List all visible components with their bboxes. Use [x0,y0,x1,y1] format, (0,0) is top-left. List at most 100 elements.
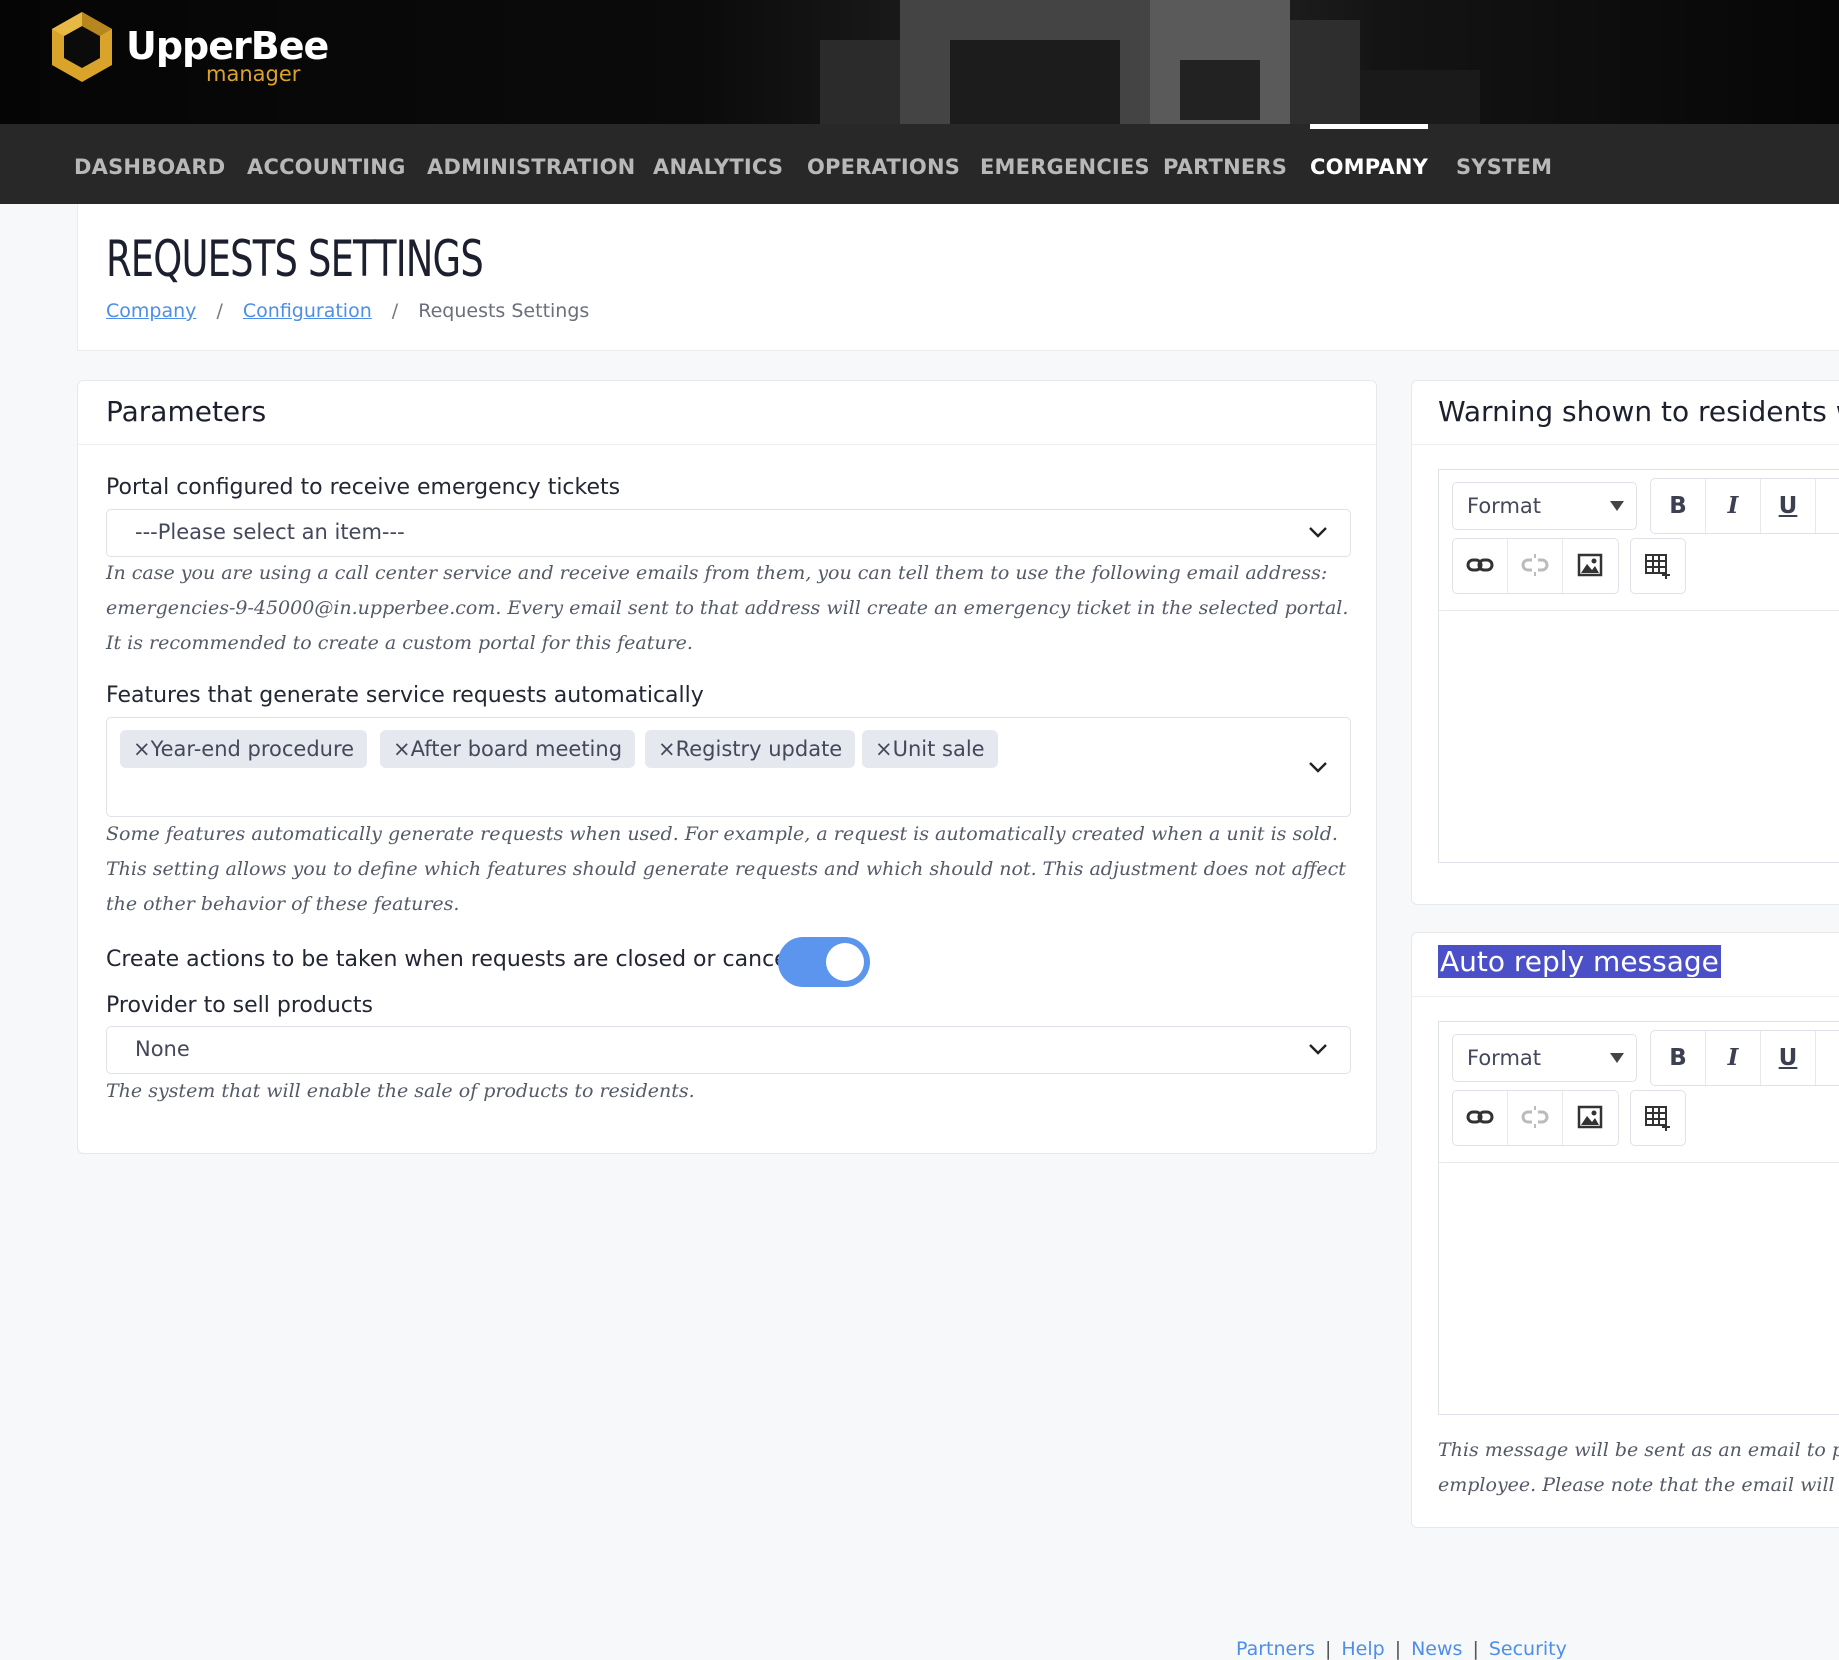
feature-chip[interactable]: ×Registry update [645,730,856,768]
features-help: Some features automatically generate req… [106,823,1346,915]
nav-analytics[interactable]: ANALYTICS [653,124,783,204]
nav-system[interactable]: SYSTEM [1456,124,1552,204]
underline-button[interactable]: U [1761,1031,1816,1085]
underline-button[interactable]: U [1761,479,1816,533]
footer-link-partners[interactable]: Partners [1236,1638,1315,1660]
breadcrumb-company[interactable]: Company [106,300,196,322]
warning-editor-card: Warning shown to residents w Format B I … [1411,380,1839,905]
portal-select-value: ---Please select an item--- [135,520,405,544]
unlink-button[interactable] [1508,539,1563,593]
bold-button[interactable]: B [1651,1031,1706,1085]
image-icon [1577,553,1603,577]
image-button[interactable] [1563,1091,1617,1145]
hexagon-logo-icon [52,12,112,82]
italic-button[interactable]: I [1706,1031,1761,1085]
unlink-icon [1521,554,1549,576]
card-title: Auto reply message [1438,945,1721,978]
footer-link-news[interactable]: News [1411,1638,1462,1660]
auto-reply-help-line: This message will be sent as an email to… [1438,1439,1839,1461]
image-button[interactable] [1563,539,1617,593]
footer-separator: | [1472,1638,1479,1660]
rich-text-editor: Format B I U [1438,1021,1839,1415]
nav-operations[interactable]: OPERATIONS [807,124,960,204]
table-button[interactable] [1631,539,1685,593]
text-style-group: B I U [1650,1030,1839,1086]
footer-link-help[interactable]: Help [1341,1638,1384,1660]
page-header: REQUESTS SETTINGS Company / Configuratio… [77,204,1839,351]
link-icon [1466,558,1494,572]
card-title: Warning shown to residents w [1438,395,1839,428]
chevron-down-icon [1309,527,1327,538]
insert-group [1452,1090,1619,1146]
format-dropdown[interactable]: Format [1452,482,1637,530]
unlink-button[interactable] [1508,1091,1563,1145]
nav-emergencies[interactable]: EMERGENCIES [980,124,1150,204]
parameters-card: Parameters Portal configured to receive … [77,380,1377,1154]
table-insert-icon [1645,554,1670,579]
card-title: Parameters [106,395,267,428]
nav-company[interactable]: COMPANY [1310,124,1429,204]
footer-links: Partners | Help | News | Security [1236,1638,1567,1660]
nav-accounting[interactable]: ACCOUNTING [247,124,406,204]
feature-chip[interactable]: ×Year-end procedure [120,730,368,768]
format-dropdown[interactable]: Format [1452,1034,1637,1082]
auto-reply-help-line: employee. Please note that the email wil… [1438,1474,1839,1496]
bold-button[interactable]: B [1651,479,1706,533]
table-insert-icon [1645,1106,1670,1131]
italic-button[interactable]: I [1706,479,1761,533]
banner-building [950,40,1120,124]
banner-building [1290,20,1360,124]
link-button[interactable] [1453,539,1508,593]
table-group [1630,538,1686,594]
header-banner: UpperBee manager [0,0,1839,124]
footer-separator: | [1324,1638,1332,1660]
nav-partners[interactable]: PARTNERS [1163,124,1287,204]
card-title-text: Auto reply message [1438,945,1721,978]
nav-dashboard[interactable]: DASHBOARD [74,124,225,204]
editor-content-area[interactable] [1439,610,1839,862]
chevron-down-icon [1309,1044,1327,1055]
insert-group [1452,538,1619,594]
caret-down-icon [1610,1053,1624,1063]
breadcrumb-separator: / [216,300,223,322]
rich-text-editor: Format B I U [1438,469,1839,863]
format-dropdown-label: Format [1467,1046,1542,1070]
editor-content-area[interactable] [1439,1162,1839,1414]
provider-select[interactable]: None [106,1026,1351,1074]
card-header: Warning shown to residents w [1412,381,1839,445]
actions-label: Create actions to be taken when requests… [106,947,828,972]
table-group [1630,1090,1686,1146]
link-button[interactable] [1453,1091,1508,1145]
portal-help: In case you are using a call center serv… [106,562,1349,654]
breadcrumb-separator: / [391,300,399,322]
auto-reply-help: This message will be sent as an email to… [1438,1433,1839,1503]
image-icon [1577,1105,1603,1129]
caret-down-icon [1610,501,1624,511]
main-nav: DASHBOARD ACCOUNTING ADMINISTRATION ANAL… [0,124,1839,204]
table-button[interactable] [1631,1091,1685,1145]
format-dropdown-label: Format [1467,494,1542,518]
feature-chip[interactable]: ×Unit sale [862,730,998,768]
portal-label: Portal configured to receive emergency t… [106,475,621,500]
feature-chip[interactable]: ×After board meeting [380,730,636,768]
breadcrumb-current: Requests Settings [418,300,590,322]
provider-label: Provider to sell products [106,993,373,1018]
card-header: Auto reply message [1412,933,1839,997]
banner-building [1360,70,1480,124]
actions-toggle[interactable] [778,937,870,987]
unlink-icon [1521,1106,1549,1128]
brand-sub: manager [206,62,301,86]
page-title: REQUESTS SETTINGS [106,230,484,288]
brand-logo[interactable]: UpperBee manager [48,10,329,86]
breadcrumb-configuration[interactable]: Configuration [243,300,372,322]
features-label: Features that generate service requests … [106,683,704,708]
portal-select[interactable]: ---Please select an item--- [106,509,1351,557]
text-style-group: B I U [1650,478,1839,534]
features-multiselect[interactable]: ×Year-end procedure ×After board meeting… [106,717,1351,817]
footer-link-security[interactable]: Security [1489,1638,1567,1660]
footer-separator: | [1394,1638,1402,1660]
card-header: Parameters [78,381,1376,445]
provider-select-value: None [135,1037,190,1061]
nav-administration[interactable]: ADMINISTRATION [427,124,635,204]
auto-reply-editor-card: Auto reply message Format B I U This mes… [1411,932,1839,1528]
